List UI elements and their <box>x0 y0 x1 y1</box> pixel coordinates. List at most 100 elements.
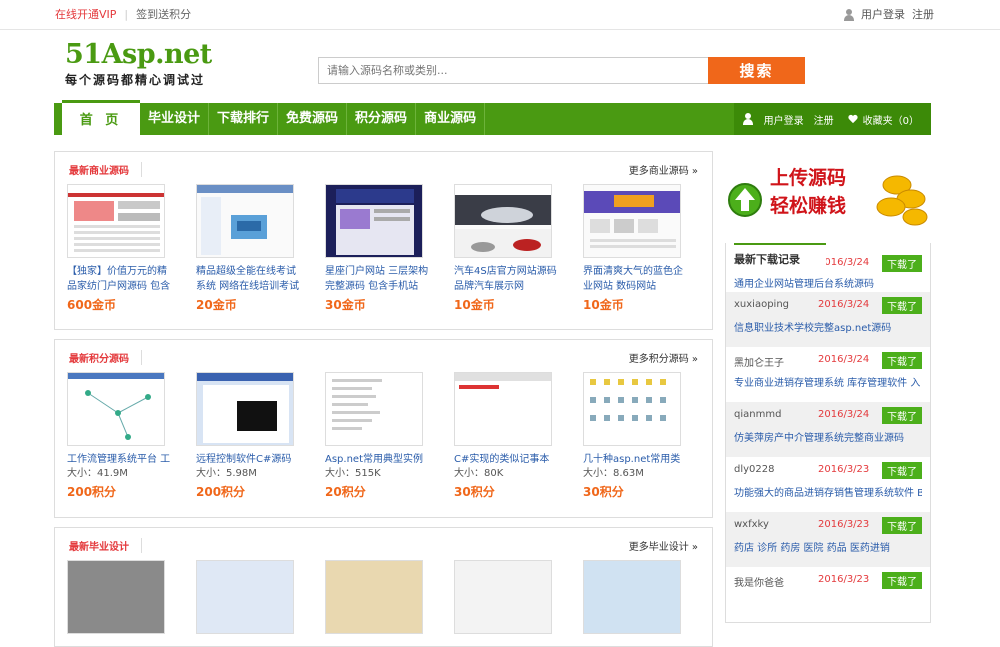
source-thumbnail[interactable] <box>454 184 552 258</box>
source-size: 大小：8.63M <box>583 468 644 479</box>
source-name[interactable]: 汽车4S店官方网站源码 品牌汽车展示网 <box>454 264 559 294</box>
source-thumbnail[interactable] <box>196 184 294 258</box>
source-size: 大小：80K <box>454 468 504 479</box>
record-date: 2016/3/24 <box>818 354 870 365</box>
favorites-link[interactable]: 收藏夹（0） <box>863 112 919 127</box>
source-card[interactable]: 工作流管理系统平台 工 大小：41.9M 200积分 <box>67 372 196 500</box>
record-source-link[interactable]: 仿美萍房产中介管理系统完整商业源码 <box>734 429 922 444</box>
source-name[interactable]: 星座门户网站 三层架构完整源码 包含手机站 <box>325 264 430 294</box>
more-graduation-link[interactable]: 更多毕业设计 » <box>629 538 698 553</box>
source-card[interactable]: 远程控制软件C#源码 屏 大小：5.98M 200积分 <box>196 372 325 500</box>
record-user: 我是你爸爸 <box>734 578 784 589</box>
source-price: 200积分 <box>196 485 246 499</box>
source-thumbnail[interactable] <box>583 372 681 446</box>
nav-points-source[interactable]: 积分源码 <box>347 103 417 135</box>
source-card[interactable]: 【独家】价值万元的精品家纺门户网源码 包含 600金币 <box>67 184 196 313</box>
divider: | <box>124 8 129 21</box>
record-source-link[interactable]: 信息职业技术学校完整asp.net源码 <box>734 319 922 334</box>
thumbnail-image <box>197 373 293 443</box>
source-price: 30积分 <box>583 485 624 499</box>
record-item: dly0228 2016/3/23 下载了 功能强大的商品进销存销售管理系统软件… <box>726 457 930 512</box>
section-title: 最新积分源码 <box>69 350 142 365</box>
thumbnail-image <box>584 191 680 248</box>
record-user: xuxiaoping <box>734 299 790 310</box>
record-user: dly0228 <box>734 464 775 475</box>
source-name[interactable]: 远程控制软件C#源码 屏 <box>196 452 301 467</box>
record-item: 黑加仑王子 2016/3/24 下载了 专业商业进销存管理系统 库存管理软件 入 <box>726 347 930 402</box>
thumbnail-image <box>74 201 160 252</box>
source-card[interactable]: 星座门户网站 三层架构完整源码 包含手机站 30金币 <box>325 184 454 313</box>
downloaded-badge: 下载了 <box>882 352 922 369</box>
record-source-link[interactable]: 通用企业网站管理后台系统源码 <box>734 275 922 290</box>
thumbnail-image <box>332 379 382 430</box>
site-logo[interactable]: 51Asp.net 每个源码都精心调试过 <box>65 40 212 88</box>
search-bar: 搜索 <box>318 57 805 84</box>
record-source-link[interactable]: 药店 诊所 药房 医院 药品 医药进销 <box>734 539 922 554</box>
thumbnail-image <box>455 185 551 257</box>
record-date: 2016/3/24 <box>818 299 870 310</box>
login-link[interactable]: 用户登录 <box>861 0 905 30</box>
graduation-design-section: 最新毕业设计 更多毕业设计 » <box>54 527 713 647</box>
record-date: 2016/3/23 <box>818 574 870 585</box>
nav-free-source[interactable]: 免费源码 <box>278 103 348 135</box>
source-thumbnail[interactable] <box>583 184 681 258</box>
thumbnail-image <box>68 373 164 440</box>
sign-in-points-link[interactable]: 签到送积分 <box>136 0 191 30</box>
record-item: 我是你爸爸 2016/3/23 下载了 <box>726 567 930 622</box>
source-price: 20积分 <box>325 485 366 499</box>
source-name[interactable]: 精品超级全能在线考试系统 网络在线培训考试 <box>196 264 301 294</box>
source-price: 200积分 <box>67 485 117 499</box>
nav-login-link[interactable]: 用户登录 <box>764 112 804 127</box>
banner-line1: 上传源码 <box>770 167 847 189</box>
record-date: 2016/3/23 <box>818 464 870 475</box>
source-name[interactable]: 几十种asp.net常用类库 <box>583 452 688 467</box>
source-card[interactable]: 汽车4S店官方网站源码 品牌汽车展示网 10金币 <box>454 184 583 313</box>
search-button[interactable]: 搜索 <box>708 57 805 84</box>
more-commercial-link[interactable]: 更多商业源码 » <box>629 162 698 177</box>
record-user: wxfxky <box>734 519 769 530</box>
source-thumbnail[interactable] <box>67 372 165 446</box>
source-card[interactable]: 精品超级全能在线考试系统 网络在线培训考试 20金币 <box>196 184 325 313</box>
source-thumbnail[interactable] <box>67 184 165 258</box>
source-name[interactable]: 界面清爽大气的蓝色企业网站 数码网站 <box>583 264 688 294</box>
source-card[interactable]: Asp.net常用典型实例源 大小：515K 20积分 <box>325 372 454 500</box>
register-link[interactable]: 注册 <box>912 0 934 30</box>
record-date: 2016/3/23 <box>818 519 870 530</box>
logo-slogan: 每个源码都精心调试过 <box>65 73 206 87</box>
source-card[interactable]: 几十种asp.net常用类库 大小：8.63M 30积分 <box>583 372 712 500</box>
source-size: 大小：515K <box>325 468 381 479</box>
source-thumbnail[interactable] <box>454 372 552 446</box>
upload-banner[interactable]: 上传源码 轻松赚钱 <box>725 155 931 235</box>
source-name[interactable]: 【独家】价值万元的精品家纺门户网源码 包含 <box>67 264 172 294</box>
search-input[interactable] <box>318 57 708 84</box>
nav-commercial-source[interactable]: 商业源码 <box>416 103 486 135</box>
source-card[interactable]: 界面清爽大气的蓝色企业网站 数码网站 10金币 <box>583 184 712 313</box>
source-name[interactable]: Asp.net常用典型实例源 <box>325 452 430 467</box>
vip-link[interactable]: 在线开通VIP <box>55 0 116 30</box>
nav-download-ranking[interactable]: 下载排行 <box>209 103 279 135</box>
source-price: 20金币 <box>196 298 237 312</box>
source-card[interactable]: C#实现的类似记事本的E 大小：80K 30积分 <box>454 372 583 500</box>
downloaded-badge: 下载了 <box>882 517 922 534</box>
nav-register-link[interactable]: 注册 <box>814 112 834 127</box>
heart-icon <box>848 115 858 124</box>
source-name[interactable]: C#实现的类似记事本的E <box>454 452 559 467</box>
source-name[interactable]: 工作流管理系统平台 工 <box>67 452 172 467</box>
source-size: 大小：5.98M <box>196 468 257 479</box>
nav-graduation-design[interactable]: 毕业设计 <box>140 103 210 135</box>
nav-home[interactable]: 首 页 <box>62 100 140 135</box>
thumbnail-image <box>590 379 666 421</box>
source-thumbnail[interactable] <box>196 372 294 446</box>
record-user: 黑加仑王子 <box>734 358 784 369</box>
source-price: 10金币 <box>454 298 495 312</box>
source-thumbnail[interactable] <box>325 372 423 446</box>
source-thumbnail[interactable] <box>325 184 423 258</box>
record-date: 2016/3/24 <box>818 409 870 420</box>
record-user: qianmmd <box>734 409 782 420</box>
records-title: 最新下载记录 <box>734 243 826 273</box>
record-source-link[interactable]: 功能强大的商品进销存销售管理系统软件 B <box>734 484 922 499</box>
more-points-link[interactable]: 更多积分源码 » <box>629 350 698 365</box>
downloaded-badge: 下载了 <box>882 255 922 272</box>
thumbnail-image <box>336 189 414 255</box>
record-source-link[interactable]: 专业商业进销存管理系统 库存管理软件 入 <box>734 374 922 389</box>
